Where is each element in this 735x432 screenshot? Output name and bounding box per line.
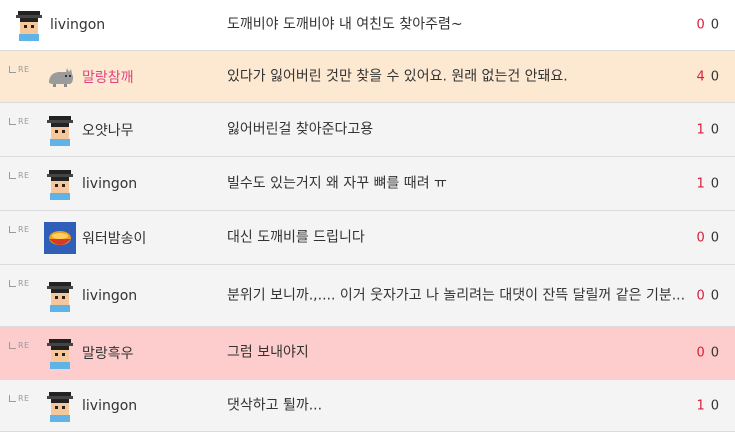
reply-marker-label: RE	[18, 279, 30, 288]
comment-text: 그럼 보내야지	[227, 344, 309, 361]
villager-avatar-icon[interactable]	[44, 168, 76, 200]
comment-text: 댓삭하고 튈까...	[227, 397, 323, 413]
downvote-count[interactable]: 0	[711, 346, 719, 361]
reply-row: RE 오얏나무 잃어버린걸 찾아준다고용 10	[0, 103, 735, 157]
reply-arrow-icon	[9, 66, 16, 73]
nickname[interactable]: livingon	[82, 176, 137, 192]
reply-arrow-icon	[9, 172, 16, 179]
downvote-count[interactable]: 0	[711, 69, 719, 84]
reply-marker: RE	[9, 394, 30, 403]
vote-counts: 00	[696, 230, 719, 245]
comment-text: 분위기 보니까.,.... 이거 웃자가고 나 놀리려는 대댓이 잔뜩 달릴꺼 …	[227, 287, 686, 303]
villager-avatar-icon[interactable]	[13, 9, 45, 41]
villager-avatar-icon[interactable]	[44, 390, 76, 422]
vote-counts: 00	[696, 288, 719, 303]
reply-arrow-icon	[9, 280, 16, 287]
reply-row: RE livingon 분위기 보니까.,.... 이거 웃자가고 나 놀리려는…	[0, 265, 735, 327]
reply-marker-label: RE	[18, 171, 30, 180]
comment-row: livingon 도깨비야 도깨비야 내 여친도 찾아주렴~ 00	[0, 0, 735, 51]
downvote-count[interactable]: 0	[711, 398, 719, 413]
downvote-count[interactable]: 0	[711, 122, 719, 137]
reply-row: RE 말랑흑우 그럼 보내야지 00	[0, 327, 735, 380]
reply-arrow-icon	[9, 226, 16, 233]
upvote-count[interactable]: 1	[696, 122, 704, 137]
reply-arrow-icon	[9, 395, 16, 402]
reply-marker: RE	[9, 171, 30, 180]
vote-counts: 00	[696, 346, 719, 361]
upvote-count[interactable]: 0	[696, 288, 704, 303]
downvote-count[interactable]: 0	[711, 18, 719, 33]
comment-text: 빌수도 있는거지 왜 자꾸 뼈를 때려 ㅠ	[227, 175, 447, 191]
comment-text: 대신 도깨비를 드립니다	[227, 229, 365, 245]
nickname[interactable]: livingon	[82, 288, 137, 304]
cat-avatar-icon[interactable]	[44, 60, 76, 93]
reply-marker-label: RE	[18, 341, 30, 350]
nickname[interactable]: livingon	[82, 398, 137, 414]
reply-row: RE livingon 빌수도 있는거지 왜 자꾸 뼈를 때려 ㅠ 10	[0, 157, 735, 211]
vote-counts: 00	[696, 18, 719, 33]
reply-marker: RE	[9, 65, 30, 74]
nickname[interactable]: livingon	[50, 17, 105, 33]
downvote-count[interactable]: 0	[711, 176, 719, 191]
villager-avatar-icon[interactable]	[44, 337, 76, 369]
reply-arrow-icon	[9, 118, 16, 125]
reply-marker: RE	[9, 341, 30, 350]
upvote-count[interactable]: 0	[696, 346, 704, 361]
vote-counts: 10	[696, 398, 719, 413]
villager-avatar-icon[interactable]	[44, 114, 76, 146]
reply-arrow-icon	[9, 342, 16, 349]
upvote-count[interactable]: 0	[696, 230, 704, 245]
upvote-count[interactable]: 1	[696, 176, 704, 191]
nickname[interactable]: 오얏나무	[82, 120, 134, 140]
comment-list: livingon 도깨비야 도깨비야 내 여친도 찾아주렴~ 00 RE 말랑참…	[0, 0, 735, 432]
reply-marker-label: RE	[18, 117, 30, 126]
reply-row: RE 말랑참깨 있다가 잃어버린 것만 찾을 수 있어요. 원래 없는건 안돼요…	[0, 51, 735, 103]
villager-avatar-icon[interactable]	[44, 280, 76, 312]
comment-text: 도깨비야 도깨비야 내 여친도 찾아주렴~	[227, 16, 463, 33]
reply-row: RE livingon 댓삭하고 튈까... 10	[0, 380, 735, 432]
comment-text: 있다가 잃어버린 것만 찾을 수 있어요. 원래 없는건 안돼요.	[227, 68, 568, 84]
reply-marker-label: RE	[18, 225, 30, 234]
bowl-avatar-icon[interactable]	[44, 221, 76, 254]
vote-counts: 10	[696, 176, 719, 191]
reply-marker-label: RE	[18, 394, 30, 403]
upvote-count[interactable]: 0	[696, 18, 704, 33]
nickname[interactable]: 말랑참깨	[82, 67, 134, 87]
reply-marker-label: RE	[18, 65, 30, 74]
reply-marker: RE	[9, 225, 30, 234]
reply-marker: RE	[9, 117, 30, 126]
comment-text: 잃어버린걸 찾아준다고용	[227, 121, 374, 137]
upvote-count[interactable]: 4	[696, 69, 704, 84]
nickname[interactable]: 워터밤송이	[82, 228, 146, 248]
reply-row: RE 워터밤송이 대신 도깨비를 드립니다 00	[0, 211, 735, 265]
vote-counts: 10	[696, 122, 719, 137]
downvote-count[interactable]: 0	[711, 230, 719, 245]
vote-counts: 40	[696, 69, 719, 84]
upvote-count[interactable]: 1	[696, 398, 704, 413]
reply-marker: RE	[9, 279, 30, 288]
nickname[interactable]: 말랑흑우	[82, 343, 134, 363]
downvote-count[interactable]: 0	[711, 288, 719, 303]
